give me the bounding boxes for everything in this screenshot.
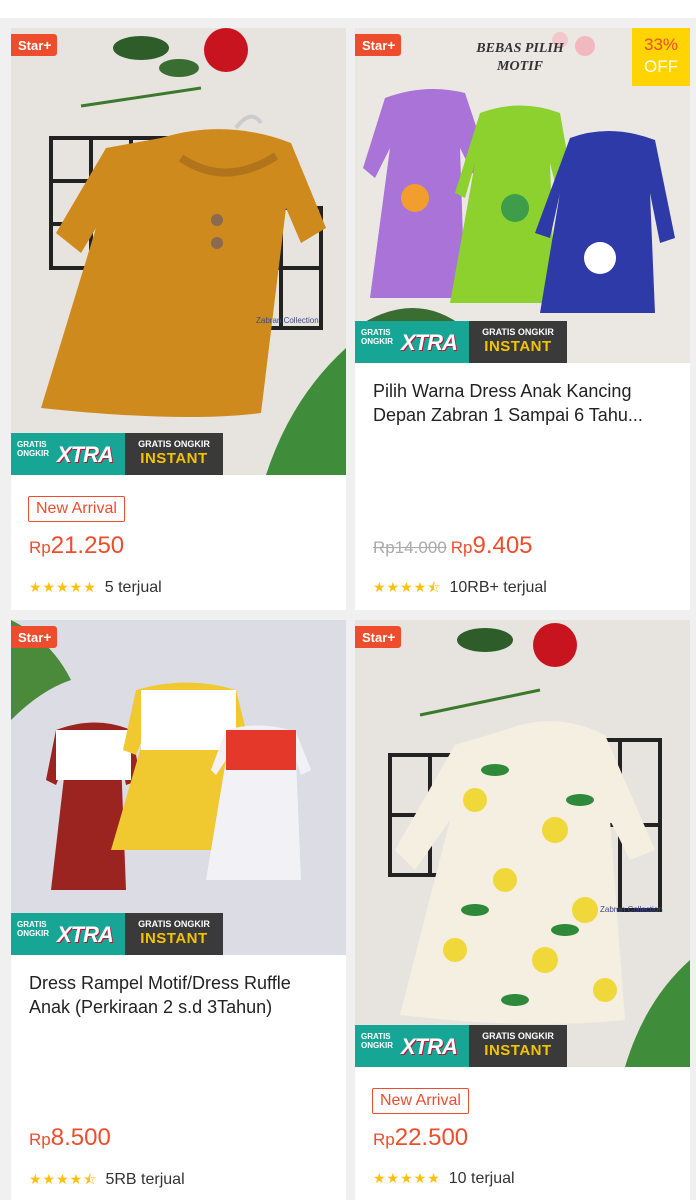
instant-label: INSTANT [484,338,552,355]
star-badge-text: Star [362,630,388,645]
instant-top-label: GRATIS ONGKIR [138,439,210,449]
top-strip [0,0,696,18]
product-title[interactable]: Pilih Warna Dress Anak Kancing Depan Zab… [373,379,678,427]
star-badge-plus: + [387,37,396,53]
sold-count: 5 terjual [104,579,162,596]
star-plus-badge: Star+ [11,34,58,56]
gratis-ongkir-label: GRATIS ONGKIR [361,1032,393,1050]
rating-and-sold: ★★★★⯪ 5RB terjual [29,1169,185,1190]
product-card-4[interactable]: Zabran Collection Star+ GRATIS ONGKIR XT… [355,620,690,1200]
price-currency: Rp [29,1130,51,1149]
ruffle-dresses-illustration [11,620,346,955]
instant-label: INSTANT [484,1042,552,1059]
new-arrival-tag: New Arrival [28,496,125,522]
gratis-ongkir-label: GRATIS ONGKIR [17,440,49,458]
discount-percent: 33% [643,35,679,54]
price-currency: Rp [29,538,51,557]
star-plus-badge: Star+ [11,626,58,648]
gratis-ongkir-xtra-badge: GRATIS ONGKIR XTRA [355,321,469,363]
price-currency: Rp [373,1130,395,1149]
instant-label: INSTANT [140,450,208,467]
product-card-2[interactable]: BEBAS PILIH MOTIF Star+ 33% OFF GRATIS O… [355,28,690,610]
discount-off-label: OFF [644,57,678,76]
product-card-1[interactable]: Zabran Collection Star+ GRATIS ONGKIR XT… [11,28,346,610]
gratis-ongkir-instant-badge: GRATIS ONGKIR INSTANT [125,433,223,475]
instant-top-label: GRATIS ONGKIR [138,919,210,929]
price-value: 21.250 [50,532,125,559]
gratis-ongkir-xtra-badge: GRATIS ONGKIR XTRA [355,1025,469,1067]
product-image-3[interactable]: Star+ GRATIS ONGKIR XTRA GRATIS ONGKIR I… [11,620,346,955]
new-arrival-tag: New Arrival [372,1088,469,1114]
price-currency: Rp [450,538,473,557]
star-badge-plus: + [43,37,52,53]
rating-and-sold: ★★★★★ 10 terjual [373,1168,515,1189]
rating-stars-icon: ★★★★★ [29,579,97,595]
gratis-ongkir-instant-badge: GRATIS ONGKIR INSTANT [469,1025,567,1067]
xtra-label: XTRA [57,922,114,947]
xtra-label: XTRA [401,1034,458,1059]
star-badge-plus: + [43,629,52,645]
instant-top-label: GRATIS ONGKIR [482,1031,554,1041]
star-badge-text: Star [18,630,44,645]
original-price: Rp14.000 [373,538,447,557]
sold-count: 5RB terjual [105,1171,185,1188]
instant-top-label: GRATIS ONGKIR [482,327,554,337]
shipping-banner: GRATIS ONGKIR XTRA GRATIS ONGKIR INSTANT [355,1025,567,1067]
xtra-label: XTRA [57,442,114,467]
gratis-ongkir-xtra-badge: GRATIS ONGKIR XTRA [11,433,125,475]
gratis-ongkir-instant-badge: GRATIS ONGKIR INSTANT [469,321,567,363]
rating-stars-icon: ★★★★⯪ [29,1171,98,1187]
gratis-ongkir-instant-badge: GRATIS ONGKIR INSTANT [125,913,223,955]
star-plus-badge: Star+ [355,34,402,56]
product-price: Rp22.500 [373,1124,468,1154]
product-price: Rp14.000 Rp9.405 [373,532,533,562]
shipping-banner: GRATIS ONGKIR XTRA GRATIS ONGKIR INSTANT [11,433,223,475]
star-badge-text: Star [18,38,44,53]
star-badge-text: Star [362,38,388,53]
rating-and-sold: ★★★★★ 5 terjual [29,577,162,598]
price-value: 9.405 [472,532,533,559]
gratis-ongkir-label: GRATIS ONGKIR [17,920,49,938]
rating-stars-icon: ★★★★★ [373,1170,441,1186]
star-badge-plus: + [387,629,396,645]
star-plus-badge: Star+ [355,626,402,648]
gratis-ongkir-xtra-badge: GRATIS ONGKIR XTRA [11,913,125,955]
product-title[interactable]: Dress Rampel Motif/Dress Ruffle Anak (Pe… [29,971,334,1019]
lemon-dress-illustration [355,620,690,1067]
product-price: Rp21.250 [29,532,124,562]
product-image-2[interactable]: BEBAS PILIH MOTIF Star+ 33% OFF GRATIS O… [355,28,690,363]
rating-and-sold: ★★★★⯪ 10RB+ terjual [373,577,547,598]
sold-count: 10RB+ terjual [449,579,547,596]
product-card-3[interactable]: Star+ GRATIS ONGKIR XTRA GRATIS ONGKIR I… [11,620,346,1200]
image-caption: BEBAS PILIH MOTIF [476,41,564,74]
instant-label: INSTANT [140,930,208,947]
dress-illustration [11,28,346,475]
price-value: 8.500 [50,1124,111,1151]
product-price: Rp8.500 [29,1124,111,1154]
gratis-ongkir-label: GRATIS ONGKIR [361,328,393,346]
price-value: 22.500 [394,1124,469,1151]
watermark-label: Zabran Collection [600,905,663,914]
product-image-4[interactable]: Zabran Collection Star+ GRATIS ONGKIR XT… [355,620,690,1067]
xtra-label: XTRA [401,330,458,355]
shipping-banner: GRATIS ONGKIR XTRA GRATIS ONGKIR INSTANT [355,321,567,363]
rating-stars-icon: ★★★★⯪ [373,579,442,595]
sold-count: 10 terjual [448,1170,515,1187]
watermark-label: Zabran Collection [256,316,319,325]
product-image-1[interactable]: Zabran Collection Star+ GRATIS ONGKIR XT… [11,28,346,475]
discount-badge: 33% OFF [632,28,690,86]
shipping-banner: GRATIS ONGKIR XTRA GRATIS ONGKIR INSTANT [11,913,223,955]
